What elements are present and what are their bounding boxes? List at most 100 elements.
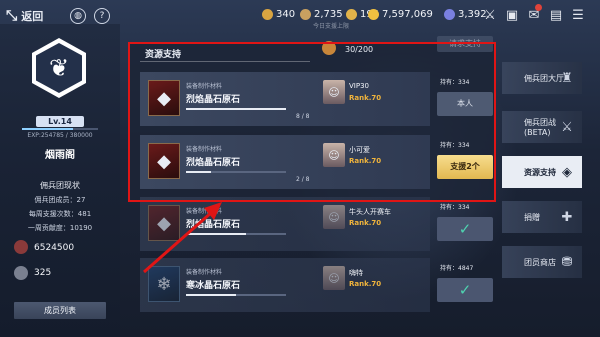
- item-category: 装备制作材料: [186, 83, 223, 90]
- crossed-swords-icon: ⚔: [561, 119, 573, 135]
- tab-treasure[interactable]: 资源支持 ◈: [502, 156, 582, 188]
- faded-header: 今日支援上限: [313, 23, 350, 30]
- holding-count: 持有：334: [440, 79, 470, 86]
- tab-donate[interactable]: 捐赠 ✚: [502, 201, 582, 233]
- user-avatar: ☺: [323, 143, 345, 167]
- support-capacity-icon: [322, 41, 336, 55]
- user-name: 牛头人开赛车: [349, 208, 391, 216]
- item-progress-fill: [186, 294, 236, 296]
- user-avatar: ☺: [323, 205, 345, 229]
- coin-icon: [368, 9, 379, 20]
- guild-coin-icon: [14, 240, 28, 254]
- user-name: VIP30: [349, 82, 369, 90]
- user-avatar: ☺: [323, 266, 345, 290]
- tab-castle[interactable]: 佣兵团大厅 ♜: [502, 62, 582, 94]
- gold-pile-icon: [262, 9, 273, 20]
- crossed-swords-icon[interactable]: ⚔: [482, 7, 498, 23]
- item-progress-fill: [186, 233, 246, 235]
- item-category: 装备制作材料: [186, 269, 223, 276]
- back-button[interactable]: ⤡ 返回: [6, 8, 43, 24]
- castle-icon: ♜: [561, 70, 573, 86]
- holding-count: 持有：334: [440, 204, 470, 211]
- exp-bar: [22, 128, 98, 130]
- crystal-icon: [444, 9, 455, 20]
- item-name: 寒冰晶石原石: [186, 281, 241, 291]
- exp-bar-fill: [22, 128, 73, 130]
- notification-badge: [535, 4, 542, 11]
- support-button[interactable]: 支援2个: [437, 155, 493, 179]
- panel-title: 资源支持: [145, 50, 182, 60]
- resource-crystal: 3,392: [444, 9, 487, 20]
- resource-ore: 2,735: [300, 9, 343, 20]
- menu-icon[interactable]: ▤: [548, 7, 564, 23]
- tab-shop[interactable]: 团员商店 ⛃: [502, 246, 582, 278]
- self-label-button: 本人: [437, 92, 493, 116]
- item-progress-bar: [186, 171, 286, 173]
- currency-1-value: 6524500: [34, 243, 75, 253]
- item-name: 烈焰晶石原石: [186, 158, 241, 168]
- resource-gold-value: 340: [276, 9, 296, 20]
- resource-gold: 340: [262, 9, 295, 20]
- shop-icon: ⛃: [561, 254, 573, 270]
- settings-sliders-icon[interactable]: ☰: [570, 7, 586, 23]
- weekly-contribution: 一周贡献度：10190: [27, 224, 93, 232]
- help-icon[interactable]: ?: [94, 8, 110, 24]
- item-progress-bar: [186, 294, 286, 296]
- completed-check-button: ✓: [437, 278, 493, 302]
- user-rank: Rank.70: [349, 280, 382, 288]
- panel-title-divider: [140, 61, 310, 62]
- back-arrow-icon: ⤡: [6, 8, 18, 24]
- guild-name: 烟雨阁: [45, 150, 75, 161]
- user-rank: Rank.70: [349, 157, 382, 165]
- tab-label: 资源支持: [524, 167, 556, 177]
- back-label: 返回: [21, 10, 44, 23]
- tab-crossed-swords[interactable]: 佣兵团战(BETA) ⚔: [502, 111, 582, 143]
- bag-icon[interactable]: ▣: [504, 7, 520, 23]
- stats-title: 佣兵团现状: [40, 181, 80, 190]
- resource-ore-value: 2,735: [314, 9, 343, 20]
- item-progress-fill: [186, 171, 211, 173]
- request-support-button[interactable]: 请求支持: [437, 36, 493, 52]
- item-progress-bar: [186, 233, 286, 235]
- row-background: [140, 72, 430, 126]
- row-background: [140, 197, 430, 251]
- flame-ore-icon: ◆: [148, 205, 180, 241]
- user-avatar: ☺: [323, 80, 345, 104]
- holding-count: 持有：4847: [440, 265, 474, 272]
- resource-coin: 7,597,069: [368, 9, 433, 20]
- row-background: [140, 135, 430, 189]
- item-count: 8 / 8: [296, 113, 310, 120]
- globe-icon[interactable]: ◍: [70, 8, 86, 24]
- item-count: 2 / 8: [296, 176, 310, 183]
- flame-ore-icon: ◆: [148, 143, 180, 179]
- exp-text: EXP:254785 / 380000: [27, 132, 93, 139]
- user-rank: Rank.70: [349, 94, 382, 102]
- ore-icon: [300, 9, 311, 20]
- item-progress-bar: [186, 108, 286, 110]
- guild-token-icon: [14, 266, 28, 280]
- tab-label: 团员商店: [524, 257, 556, 267]
- item-progress-fill: [186, 108, 286, 110]
- item-category: 装备制作材料: [186, 146, 223, 153]
- completed-check-button: ✓: [437, 217, 493, 241]
- guild-level: Lv.14: [36, 116, 84, 127]
- member-count: 佣兵团成员：27: [34, 196, 86, 204]
- tab-label: 捐赠: [524, 212, 540, 222]
- user-rank: Rank.70: [349, 219, 382, 227]
- donate-icon: ✚: [561, 209, 573, 225]
- member-list-button[interactable]: 成员列表: [14, 302, 106, 319]
- item-category: 装备制作材料: [186, 208, 223, 215]
- row-background: [140, 258, 430, 312]
- user-name: 嗨特: [349, 269, 363, 277]
- item-name: 烈焰晶石原石: [186, 95, 241, 105]
- ice-ore-icon: ❄: [148, 266, 180, 302]
- flame-ore-icon: ◆: [148, 80, 180, 116]
- weekly-support: 每周支援次数：481: [28, 210, 92, 218]
- user-name: 小可爱: [349, 146, 370, 154]
- treasure-icon: ◈: [562, 164, 572, 180]
- item-name: 烈焰晶石原石: [186, 220, 241, 230]
- holding-count: 持有：334: [440, 142, 470, 149]
- resource-coin-value: 7,597,069: [382, 9, 433, 20]
- currency-2-value: 325: [34, 268, 52, 278]
- medal-icon: [346, 9, 357, 20]
